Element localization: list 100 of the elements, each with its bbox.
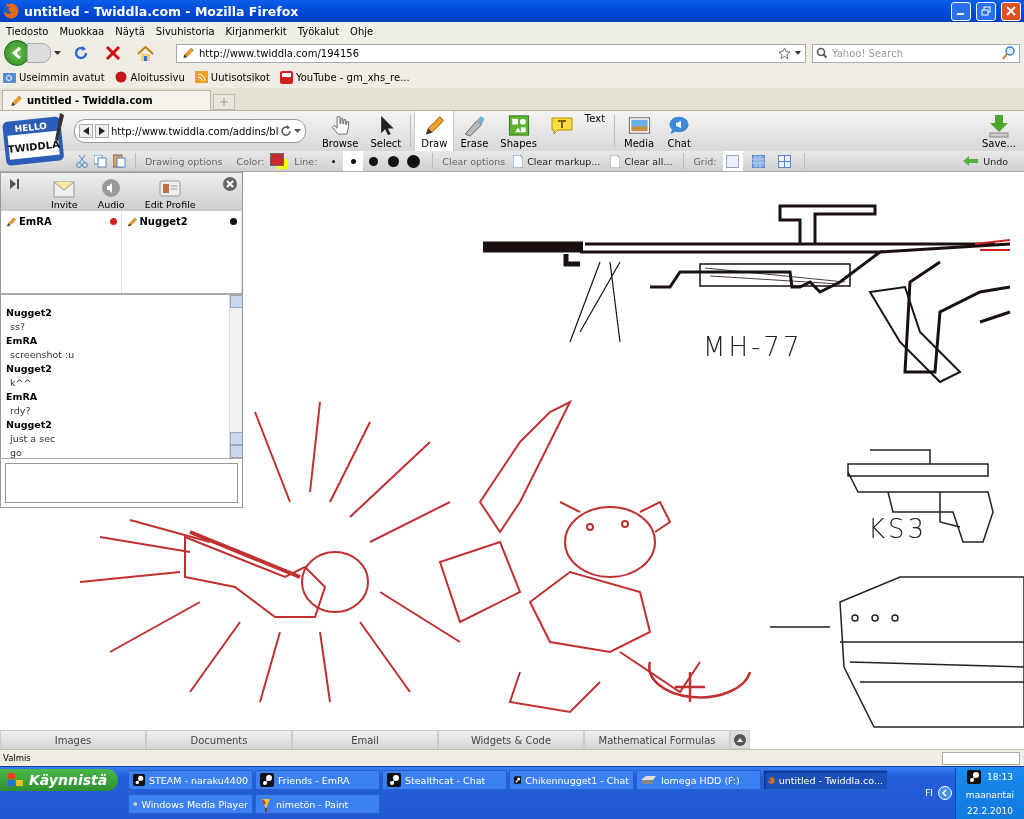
close-icon (1006, 6, 1016, 16)
twiddla-address-field[interactable]: http://www.twiddla.com/addins/bl (74, 119, 306, 143)
taskbar-button[interactable]: Stealthcat - Chat (382, 770, 507, 790)
address-field[interactable]: http://www.twiddla.com/194156 (176, 43, 806, 63)
window-title: untitled - Twiddla.com - Mozilla Firefox (24, 3, 300, 19)
menu-item[interactable]: Sivuhistoria (152, 25, 223, 37)
taskbar-button[interactable]: nimetön - Paint (255, 794, 380, 814)
tool-button[interactable]: Chat (660, 111, 699, 151)
dropdown-icon[interactable] (54, 51, 61, 55)
color-label: Color: (236, 155, 265, 167)
menu-item[interactable]: Kirjanmerkit (222, 25, 295, 37)
reload-icon[interactable] (280, 125, 292, 137)
close-icon[interactable] (223, 177, 237, 191)
pencil-icon (125, 216, 138, 228)
clear-all-button[interactable]: Clear all... (608, 154, 675, 168)
content-tab[interactable]: Documents (146, 730, 292, 749)
dropdown-icon[interactable] (294, 129, 301, 133)
menu-item[interactable]: Työkalut (294, 25, 348, 37)
chat-panel-button[interactable]: Audio (87, 178, 135, 211)
clear-markup-button[interactable]: Clear markup... (511, 154, 603, 168)
forward-button[interactable] (95, 124, 109, 138)
download-icon (986, 114, 1011, 138)
message-text: ss? (9, 321, 26, 332)
message-author: Nugget2 (6, 307, 53, 318)
document-icon (610, 154, 621, 168)
tool-button[interactable]: Media (618, 111, 661, 151)
firefox-icon (3, 3, 19, 19)
video-site-icon (279, 70, 293, 84)
collapse-icon[interactable] (10, 179, 20, 189)
taskbar-button[interactable]: Chikennugget1 - Chat (509, 770, 634, 790)
save-button[interactable]: Save... (973, 111, 1024, 151)
search-box[interactable]: Yahoo! Search (812, 43, 1020, 63)
bookmark-item[interactable]: Uutisotsikot (194, 71, 270, 83)
back-icon (12, 47, 22, 59)
bookmark-item[interactable]: Aloitussivu (114, 71, 185, 83)
message-text: go (9, 447, 23, 458)
reload-icon[interactable] (73, 45, 89, 61)
user-entry[interactable]: EmRA (1, 211, 122, 293)
envelope-icon (53, 178, 76, 198)
tool-button[interactable]: Erase (454, 111, 495, 151)
undo-button[interactable]: Undo (961, 155, 1010, 167)
bookmark-item[interactable]: YouTube - gm_xhs_re... (279, 70, 410, 84)
message-text: just a sec (9, 433, 57, 444)
user-entry[interactable]: Nugget2 (121, 211, 242, 293)
drive-icon (641, 775, 657, 785)
chat-input-field[interactable] (5, 463, 238, 503)
search-icon[interactable] (1002, 46, 1016, 60)
bookmark-item[interactable]: Useimmin avatut (3, 71, 105, 83)
star-icon[interactable] (778, 46, 791, 60)
rss-icon (194, 71, 208, 83)
tool-button[interactable]: Select (364, 111, 408, 151)
pencil-icon (181, 46, 195, 60)
message-author: Nugget2 (6, 363, 53, 374)
color-swatch[interactable] (270, 153, 289, 169)
expand-icon[interactable] (938, 786, 952, 800)
chat-panel-button[interactable]: Edit Profile (134, 178, 206, 211)
home-icon[interactable] (137, 45, 154, 61)
tool-button[interactable]: Text (542, 111, 612, 151)
taskbar-button[interactable]: Friends - EmRA (255, 770, 380, 790)
close-button[interactable] (1001, 1, 1021, 21)
message-author: Nugget2 (6, 419, 53, 430)
language-indicator[interactable]: FI (923, 787, 935, 799)
pencil-icon (9, 93, 23, 108)
tool-button[interactable]: Browse (316, 111, 365, 151)
search-icon[interactable] (816, 47, 829, 59)
taskbar-button[interactable]: untitled - Twiddla.co... (763, 770, 888, 790)
menu-item[interactable]: Muokkaa (56, 25, 113, 37)
paste-icon[interactable] (113, 154, 126, 168)
clear-options-label: Clear options (442, 155, 506, 167)
restore-button[interactable] (976, 1, 996, 21)
content-tab[interactable]: Mathematical Formulas (584, 730, 730, 749)
tool-button[interactable]: Shapes (494, 111, 543, 151)
stop-icon[interactable] (105, 45, 121, 61)
taskbar-button[interactable]: Windows Media Player (128, 794, 253, 814)
content-tab[interactable]: Images (0, 730, 146, 749)
content-tab[interactable]: Widgets & Code (438, 730, 584, 749)
menu-item[interactable]: Tiedosto (3, 25, 57, 37)
grid-icon (778, 154, 792, 168)
taskbar-button[interactable]: STEAM - naraku4400 (128, 770, 253, 790)
chat-panel-button[interactable]: Invite (41, 178, 88, 211)
clock-date: 22.2.2010 (967, 805, 1013, 816)
grid-label: Grid: (693, 155, 717, 167)
expand-button[interactable] (730, 730, 750, 749)
browser-tab[interactable]: untitled - Twiddla.com (2, 90, 211, 110)
line-label: Line: (294, 155, 318, 167)
plus-icon (220, 98, 228, 106)
message-author: EmRA (6, 335, 39, 346)
steam-icon (133, 773, 145, 787)
message-text: rdy? (9, 405, 32, 416)
minimize-button[interactable] (951, 1, 971, 21)
dropdown-icon[interactable] (795, 51, 801, 55)
content-tab[interactable]: Email (292, 730, 438, 749)
scrollbar[interactable] (229, 295, 242, 458)
scissors-icon[interactable] (76, 154, 88, 168)
line-size-button[interactable] (343, 151, 364, 171)
menu-item[interactable]: Näytä (112, 25, 153, 37)
back-button[interactable] (79, 124, 93, 138)
menu-item[interactable]: Ohje (347, 25, 382, 37)
tool-button[interactable]: Draw (414, 111, 455, 151)
taskbar-button[interactable]: Iomega HDD (F:) (636, 770, 761, 790)
